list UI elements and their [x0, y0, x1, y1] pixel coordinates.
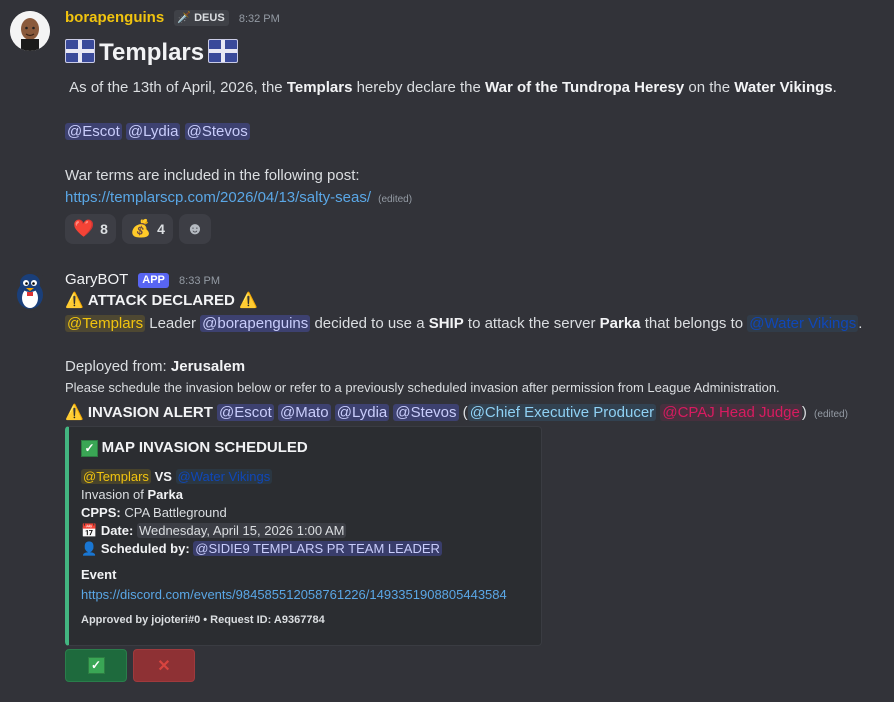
- timestamp: 8:33 PM: [179, 275, 221, 287]
- warning-icon: ⚠️: [65, 404, 84, 421]
- mention-role-water-vikings[interactable]: @Water Vikings: [175, 469, 273, 484]
- templar-flag-icon: [208, 39, 239, 63]
- mention-user[interactable]: @Lydia: [125, 123, 181, 140]
- invasion-embed: ✓ MAP INVASION SCHEDULED @Templars VS @W…: [65, 426, 542, 646]
- check-mark-icon: ✓: [81, 440, 98, 457]
- embed-matchup: @Templars VS @Water Vikings: [81, 469, 273, 484]
- attack-header: ATTACK DECLARED: [87, 292, 235, 309]
- templar-flag-icon: [65, 39, 95, 63]
- mention-role-templars[interactable]: @Templars: [81, 469, 151, 484]
- smiley-icon: ☻: [186, 219, 204, 238]
- approve-button[interactable]: ✓: [65, 649, 127, 682]
- edited-label: (edited): [378, 194, 413, 205]
- add-reaction-button[interactable]: ☻: [178, 214, 211, 244]
- edited-label: (edited): [814, 409, 848, 420]
- mention-user[interactable]: @SIDIE9 TEMPLARS PR TEAM LEADER: [193, 541, 442, 556]
- bot-username[interactable]: GaryBOT: [65, 271, 128, 288]
- message-borapenguins: borapenguins 🗡️ DEUS 8:32 PM Templars As…: [0, 0, 894, 260]
- mention-user[interactable]: @Stevos: [393, 404, 459, 421]
- embed-footer: Approved by jojoteri#0 • Request ID: A93…: [81, 614, 325, 626]
- mention-user[interactable]: @Lydia: [334, 404, 390, 421]
- mentions-row: @Escot @Lydia @Stevos: [65, 122, 250, 142]
- attack-description: @Templars Leader @borapenguins decided t…: [65, 315, 863, 332]
- event-link[interactable]: https://discord.com/events/9845855120587…: [81, 587, 507, 602]
- calendar-icon: 📅: [81, 523, 98, 538]
- invasion-alert-line: ⚠️ INVASION ALERT @Escot @Mato @Lydia @S…: [65, 404, 848, 421]
- mention-user[interactable]: @Escot: [65, 123, 122, 140]
- mention-user[interactable]: @Stevos: [184, 123, 250, 140]
- cross-mark-icon: ✕: [157, 657, 171, 675]
- deployed-from: Deployed from: Jerusalem: [65, 358, 246, 375]
- sword-icon: 🗡️: [177, 12, 192, 24]
- embed-cpps: CPPS: CPA Battleground: [81, 505, 227, 520]
- embed-event-label: Event: [81, 567, 117, 582]
- mention-user[interactable]: @Escot: [217, 404, 274, 421]
- reaction-money-bag[interactable]: 💰 4: [121, 214, 173, 244]
- schedule-note: Please schedule the invasion below or re…: [65, 380, 780, 395]
- check-mark-icon: ✓: [87, 657, 105, 674]
- war-terms-text: War terms are included in the following …: [65, 167, 360, 184]
- mention-user[interactable]: @borapenguins: [200, 315, 311, 332]
- embed-title: MAP INVASION SCHEDULED: [101, 439, 308, 456]
- mention-role-chief-executive-producer[interactable]: @Chief Executive Producer: [467, 404, 657, 421]
- war-terms-link[interactable]: https://templarscp.com/2026/04/13/salty-…: [65, 189, 371, 206]
- deny-button[interactable]: ✕: [133, 649, 195, 682]
- reaction-heart[interactable]: ❤️ 8: [65, 214, 116, 244]
- mention-role-cpaj-head-judge[interactable]: @CPAJ Head Judge: [660, 404, 802, 421]
- user-avatar[interactable]: [10, 11, 50, 51]
- reactions-bar: ❤️ 8 💰 4 ☻: [65, 214, 211, 244]
- user-silhouette-icon: 👤: [81, 541, 98, 556]
- money-bag-icon: 💰: [129, 219, 152, 238]
- message-title: Templars: [99, 39, 205, 66]
- mention-role-templars[interactable]: @Templars: [65, 315, 146, 332]
- app-badge: APP: [138, 273, 169, 288]
- declaration-text: As of the 13th of April, 2026, the Templ…: [69, 79, 837, 96]
- heart-icon: ❤️: [73, 219, 95, 238]
- mention-role-water-vikings[interactable]: @Water Vikings: [747, 315, 859, 332]
- warning-icon: ⚠️: [65, 292, 84, 309]
- username[interactable]: borapenguins: [65, 9, 164, 26]
- role-badge: 🗡️ DEUS: [174, 10, 229, 26]
- bot-avatar[interactable]: [10, 271, 50, 311]
- mention-user[interactable]: @Mato: [277, 404, 331, 421]
- embed-invasion-of: Invasion of Parka: [81, 487, 183, 502]
- warning-icon: ⚠️: [238, 292, 258, 309]
- embed-scheduled-by: 👤 Scheduled by: @SIDIE9 TEMPLARS PR TEAM…: [81, 541, 442, 556]
- embed-date: 📅 Date: Wednesday, April 15, 2026 1:00 A…: [81, 523, 347, 538]
- timestamp: 8:32 PM: [238, 13, 280, 25]
